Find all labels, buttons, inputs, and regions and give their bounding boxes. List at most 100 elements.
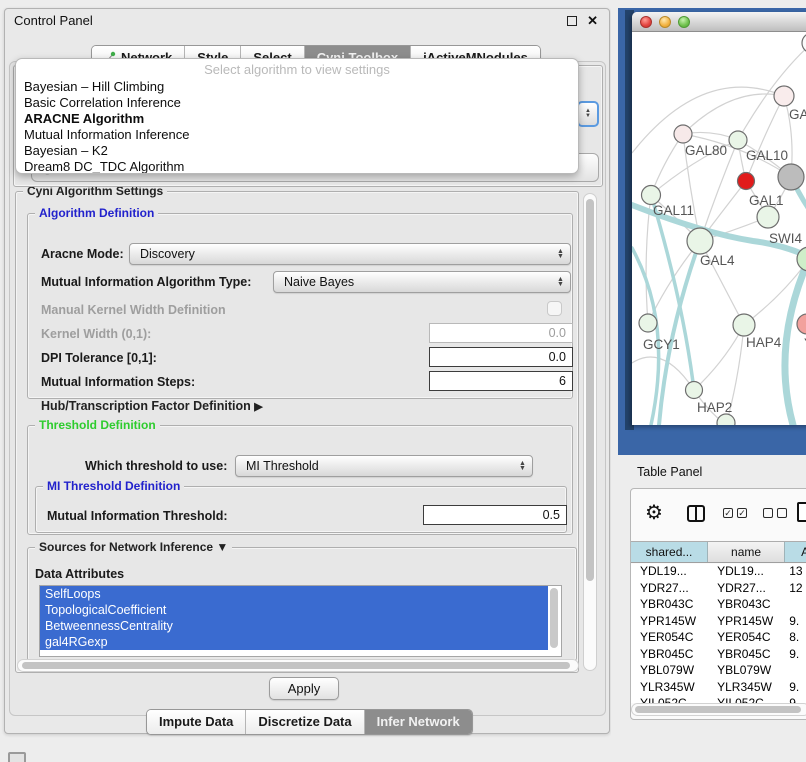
attribute-item[interactable]: gal4RGexp	[40, 634, 548, 650]
attributes-scrollbar[interactable]	[549, 588, 559, 652]
threshold-definition-title: Threshold Definition	[35, 418, 160, 432]
node-gal-partial	[774, 86, 794, 106]
table-body: YDL19... YDL19... 13 YDR27... YDR27... 1…	[631, 564, 806, 703]
mi-steps-label: Mutual Information Steps:	[41, 375, 195, 389]
algorithm-combobox-spinner[interactable]: ▲▼	[577, 101, 599, 127]
node-gal10-gray	[778, 164, 804, 190]
node-salmon	[797, 314, 806, 334]
mi-type-label: Mutual Information Algorithm Type:	[41, 275, 251, 289]
hub-definition-expander[interactable]: Hub/Transcription Factor Definition ▶	[41, 399, 263, 413]
node-label: HAP2	[697, 400, 732, 415]
sources-group-title[interactable]: Sources for Network Inference ▼	[35, 540, 232, 554]
mi-type-combobox[interactable]: Naive Bayes ▲▼	[273, 271, 571, 293]
checked-checkbox-icon[interactable]: ✓	[723, 508, 733, 518]
control-panel-title: Control Panel	[14, 13, 93, 28]
expander-arrow-icon: ▶	[254, 401, 262, 413]
cyni-bottom-tabs: Impute Data Discretize Data Infer Networ…	[146, 709, 473, 735]
network-graph: GAL80 GAL10 GAL11 GAL1 SWI4 GAL4 GCY1 HA…	[632, 33, 806, 425]
apply-button[interactable]: Apply	[269, 677, 339, 700]
float-window-icon[interactable]	[567, 16, 577, 26]
table-horizontal-scrollbar[interactable]	[631, 703, 806, 716]
column-header-name[interactable]: name	[708, 542, 785, 562]
table-row[interactable]: YBR045C YBR045C 9.	[631, 647, 806, 664]
zoom-traffic-light-icon[interactable]	[678, 16, 690, 28]
control-panel-titlebar: Control Panel ✕	[5, 9, 609, 33]
node-gal1	[757, 206, 779, 228]
mi-threshold-group-title: MI Threshold Definition	[43, 479, 184, 493]
algorithm-option[interactable]: Bayesian – Hill Climbing	[16, 79, 578, 95]
unchecked-checkbox-icon[interactable]	[763, 508, 773, 518]
tab-infer-network[interactable]: Infer Network	[364, 710, 472, 734]
aracne-mode-value: Discovery	[130, 247, 554, 261]
table-panel-title: Table Panel	[637, 465, 702, 479]
node-label: GAL	[789, 107, 806, 122]
node-gal80	[729, 131, 747, 149]
combo-arrows-icon: ▲▼	[554, 249, 570, 259]
table-row[interactable]: YIL052C YIL052C 9	[631, 696, 806, 703]
table-row[interactable]: YBR043C YBR043C	[631, 597, 806, 614]
table-row[interactable]: YBL079W YBL079W	[631, 663, 806, 680]
node-hap4	[733, 314, 755, 336]
node-red	[738, 173, 755, 190]
mi-threshold-field[interactable]: 0.5	[423, 505, 567, 525]
algorithm-option[interactable]: Basic Correlation Inference	[16, 95, 578, 111]
combo-arrows-icon: ▲▼	[554, 277, 570, 287]
scrollbar-thumb[interactable]	[586, 199, 594, 581]
checked-checkbox-icon[interactable]: ✓	[737, 508, 747, 518]
algorithm-option-selected[interactable]: ARACNE Algorithm	[16, 111, 578, 127]
network-window-titlebar[interactable]	[632, 12, 806, 32]
attribute-item[interactable]: SelfLoops	[40, 586, 548, 602]
node-hap2	[686, 382, 703, 399]
column-header-partial[interactable]: A	[785, 542, 806, 562]
mi-threshold-label: Mutual Information Threshold:	[47, 509, 228, 523]
dpi-tolerance-field[interactable]: 0.0	[429, 347, 573, 367]
table-toolbar: ⚙ ✓ ✓	[631, 489, 806, 539]
scrollbar-thumb[interactable]	[635, 706, 801, 713]
table-panel: ⚙ ✓ ✓ shared... name A YDL19... Y	[630, 488, 806, 720]
mi-type-value: Naive Bayes	[274, 275, 554, 289]
table-row[interactable]: YDL19... YDL19... 13	[631, 564, 806, 581]
close-traffic-light-icon[interactable]	[640, 16, 652, 28]
algorithm-dropdown-popup: Select algorithm to view settings Bayesi…	[15, 58, 579, 174]
minimize-traffic-light-icon[interactable]	[659, 16, 671, 28]
close-icon[interactable]: ✕	[587, 13, 598, 29]
table-row[interactable]: YER054C YER054C 8.	[631, 630, 806, 647]
dropdown-hint: Select algorithm to view settings	[16, 59, 578, 79]
settings-horizontal-scrollbar[interactable]	[17, 659, 579, 672]
which-threshold-combobox[interactable]: MI Threshold ▲▼	[235, 455, 533, 477]
settings-vertical-scrollbar[interactable]	[583, 193, 597, 671]
kernel-width-field[interactable]: 0.0	[429, 323, 573, 343]
table-row[interactable]: YLR345W YLR345W 9.	[631, 680, 806, 697]
algorithm-definition-title: Algorithm Definition	[35, 206, 158, 220]
table-row[interactable]: YDR27... YDR27... 12	[631, 581, 806, 598]
algorithm-option[interactable]: Dream8 DC_TDC Algorithm	[16, 159, 578, 174]
node-gal11	[642, 186, 661, 205]
table-panel-section: Table Panel ⚙ ✓ ✓ shared... name A	[611, 455, 806, 762]
node-bottom-partial	[717, 414, 735, 425]
column-header-shared-name[interactable]: shared...	[631, 542, 708, 562]
tab-impute-data[interactable]: Impute Data	[147, 710, 245, 734]
tab-discretize-data[interactable]: Discretize Data	[245, 710, 363, 734]
document-icon[interactable]	[797, 502, 806, 522]
data-attributes-list[interactable]: SelfLoops TopologicalCoefficient Between…	[39, 585, 562, 657]
unchecked-checkbox-icon[interactable]	[777, 508, 787, 518]
attribute-item[interactable]: BetweennessCentrality	[40, 618, 548, 634]
network-view-window[interactable]: GAL80 GAL10 GAL11 GAL1 SWI4 GAL4 GCY1 HA…	[632, 12, 806, 425]
node-label: HAP4	[746, 335, 782, 350]
mi-steps-field[interactable]: 6	[429, 371, 573, 391]
gear-icon[interactable]: ⚙	[645, 500, 663, 525]
bottom-left-partial-icon[interactable]	[8, 752, 26, 762]
aracne-mode-combobox[interactable]: Discovery ▲▼	[129, 243, 571, 265]
network-canvas[interactable]: GAL80 GAL10 GAL11 GAL1 SWI4 GAL4 GCY1 HA…	[632, 33, 806, 425]
node-label: SWI4	[769, 231, 802, 246]
attribute-item[interactable]: TopologicalCoefficient	[40, 602, 548, 618]
hub-definition-label: Hub/Transcription Factor Definition	[41, 399, 251, 413]
algorithm-option[interactable]: Mutual Information Inference	[16, 127, 578, 143]
manual-kernel-checkbox[interactable]	[547, 301, 562, 316]
network-desktop: GAL80 GAL10 GAL11 GAL1 SWI4 GAL4 GCY1 HA…	[618, 8, 806, 455]
algorithm-option[interactable]: Bayesian – K2	[16, 143, 578, 159]
scrollbar-thumb[interactable]	[22, 662, 570, 669]
columns-icon[interactable]	[687, 505, 705, 522]
table-row[interactable]: YPR145W YPR145W 9.	[631, 614, 806, 631]
combo-arrows-icon: ▲▼	[516, 461, 532, 471]
